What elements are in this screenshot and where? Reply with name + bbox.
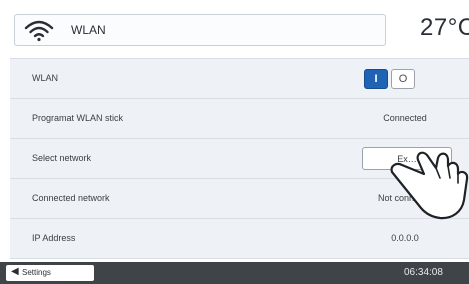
clock: 06:34:08 bbox=[404, 267, 443, 278]
wlan-toggle[interactable]: I O bbox=[364, 69, 416, 89]
toggle-off-button[interactable]: O bbox=[391, 69, 415, 89]
row-label: Programat WLAN stick bbox=[32, 113, 124, 123]
pointing-hand-icon bbox=[390, 151, 469, 220]
back-label: Settings bbox=[22, 268, 51, 277]
back-settings-button[interactable]: ◀ Settings bbox=[6, 265, 94, 281]
row-label: Select network bbox=[32, 153, 92, 163]
row-label: WLAN bbox=[32, 73, 59, 83]
wifi-icon bbox=[24, 20, 54, 42]
page-title: WLAN bbox=[71, 23, 106, 37]
footer-bar: ◀ Settings 06:34:08 bbox=[0, 262, 469, 284]
wlan-settings-screen: WLAN 27°C WLAN I O Programat WLAN stick … bbox=[0, 0, 469, 284]
row-value: Connected bbox=[383, 113, 427, 123]
title-box: WLAN bbox=[14, 14, 386, 46]
back-arrow-icon: ◀ bbox=[11, 266, 19, 277]
row-value: 0.0.0.0 bbox=[391, 233, 419, 243]
settings-row-ip-address: IP Address 0.0.0.0 bbox=[10, 219, 469, 259]
header: WLAN 27°C bbox=[0, 0, 469, 58]
toggle-on-button[interactable]: I bbox=[364, 69, 388, 89]
settings-row-wlan: WLAN I O bbox=[10, 59, 469, 99]
row-label: IP Address bbox=[32, 233, 76, 243]
row-label: Connected network bbox=[32, 193, 110, 203]
temperature-readout: 27°C bbox=[420, 14, 469, 41]
